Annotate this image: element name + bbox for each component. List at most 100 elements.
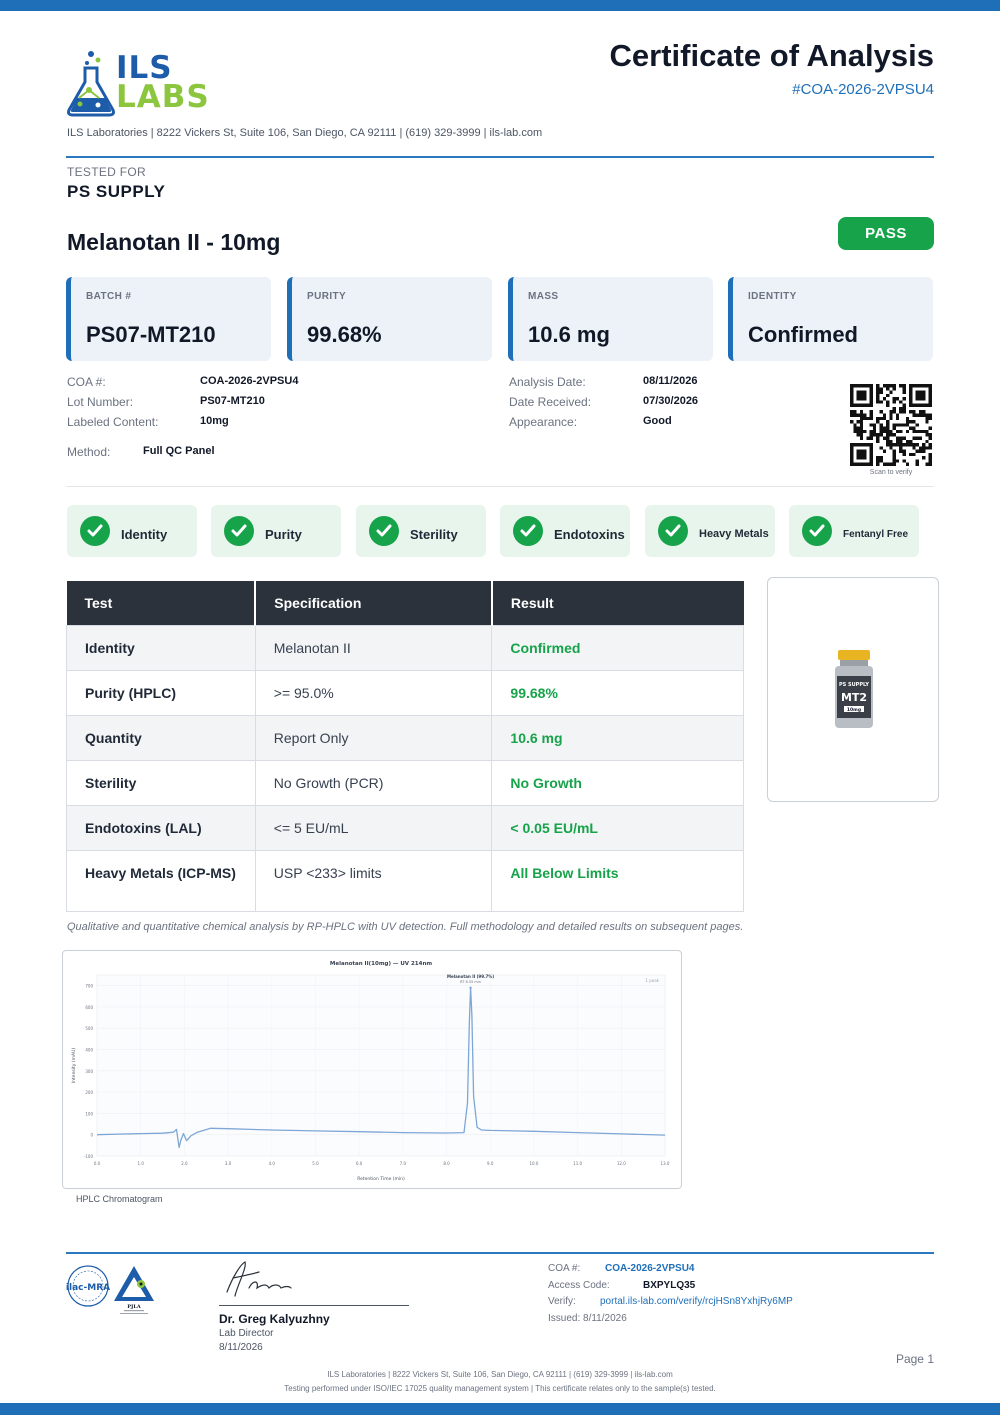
- detail-key: Lot Number:: [67, 395, 134, 409]
- spec-cell: Melanotan II: [254, 624, 493, 671]
- check-label: Purity: [265, 527, 302, 542]
- detail-key: Analysis Date:: [509, 375, 586, 389]
- spec-cell: Report Only: [254, 714, 493, 761]
- detail-value: Good: [643, 415, 672, 427]
- detail-value: COA-2026-2VPSU4: [200, 375, 299, 387]
- lab-address: ILS Laboratories | 8222 Vickers St, Suit…: [67, 127, 543, 139]
- x-tick-label: 4.0: [269, 1161, 276, 1166]
- check-circle-icon: [802, 516, 832, 546]
- y-tick-label: 500: [85, 1026, 93, 1031]
- sample-vial-photo: PS SUPPLY MT2 10mg: [767, 577, 939, 802]
- summary-card-identity: IDENTITY Confirmed: [728, 277, 933, 361]
- x-tick-label: 0.0: [94, 1161, 101, 1166]
- y-tick-label: -100: [84, 1154, 94, 1159]
- test-cell: Sterility: [66, 759, 256, 806]
- summary-card-value: Confirmed: [748, 322, 858, 347]
- bottom-accent-bar: [0, 1403, 1000, 1415]
- y-tick-label: 100: [85, 1111, 93, 1116]
- check-chip-identity: Identity: [67, 505, 197, 557]
- x-axis-label: Retention Time (min): [357, 1176, 405, 1182]
- footer-issued: Issued: 8/11/2026: [548, 1313, 627, 1324]
- peak-sublabel: RT 8.55 min: [460, 980, 481, 984]
- summary-card-mass: MASS 10.6 mg: [508, 277, 713, 361]
- chromatogram-caption: HPLC Chromatogram: [76, 1194, 163, 1204]
- vial-code-text: MT2: [841, 691, 867, 704]
- flask-icon: [67, 51, 115, 117]
- column-header-result: Result: [491, 581, 744, 625]
- summary-card-label: MASS: [528, 291, 559, 302]
- summary-card-value: PS07-MT210: [86, 322, 216, 347]
- chromatogram-chart: -100 0 100 200 300 400 500 600 700 0.0 1.0 2.0 3.0 4.…: [71, 961, 670, 1182]
- result-cell: Confirmed: [491, 624, 744, 671]
- results-table: Test Specification Result Identity Melan…: [66, 581, 744, 912]
- test-cell: Heavy Metals (ICP-MS): [66, 849, 256, 912]
- result-cell: 10.6 mg: [491, 714, 744, 761]
- x-tick-label: 5.0: [312, 1161, 319, 1166]
- column-header-test: Test: [66, 581, 257, 625]
- check-circle-icon: [80, 516, 110, 546]
- summary-card-label: IDENTITY: [748, 291, 797, 302]
- section-divider: [66, 486, 934, 487]
- check-circle-icon: [513, 516, 543, 546]
- table-row: Identity Melanotan II Confirmed: [66, 624, 744, 671]
- check-circle-icon: [369, 516, 399, 546]
- footer-verify: Verify: portal.ils-lab.com/verify/rcjHSn…: [548, 1296, 793, 1307]
- method-value: Full QC Panel: [143, 445, 215, 457]
- detail-value: PS07-MT210: [200, 395, 265, 407]
- x-tick-label: 10.0: [529, 1161, 538, 1166]
- signatory-role: Lab Director: [219, 1328, 274, 1339]
- x-tick-label: 12.0: [617, 1161, 626, 1166]
- result-cell: All Below Limits: [491, 849, 744, 912]
- y-tick-label: 700: [85, 984, 93, 989]
- test-cell: Quantity: [66, 714, 256, 761]
- check-label: Heavy Metals: [699, 528, 769, 540]
- x-tick-label: 11.0: [573, 1161, 582, 1166]
- footer-coa-key: COA #:: [548, 1263, 581, 1274]
- check-label: Identity: [121, 527, 168, 542]
- methodology-note: Qualitative and quantitative chemical an…: [67, 921, 744, 933]
- summary-card-value: 10.6 mg: [528, 322, 610, 347]
- spec-cell: USP <233> limits: [254, 849, 493, 912]
- y-tick-label: 300: [85, 1069, 93, 1074]
- header-divider: [66, 156, 934, 158]
- x-tick-label: 2.0: [181, 1161, 188, 1166]
- client-name: PS SUPPLY: [67, 182, 166, 201]
- verification-qr-code[interactable]: [850, 384, 932, 466]
- table-row: Sterility No Growth (PCR) No Growth: [66, 759, 744, 806]
- detail-value: 07/30/2026: [643, 395, 699, 407]
- chart-title: Melanotan II(10mg) — UV 214nm: [330, 961, 432, 967]
- footer-address: ILS Laboratories | 8222 Vickers St, Suit…: [327, 1370, 673, 1379]
- footer-disclaimer: Testing performed under ISO/IEC 17025 qu…: [284, 1384, 716, 1393]
- footer-coa: COA #: COA-2026-2VPSU4: [548, 1263, 694, 1274]
- chart-legend: 1 peak: [645, 978, 659, 983]
- ils-labs-logo: ILS LABS: [66, 48, 216, 118]
- x-tick-label: 7.0: [400, 1161, 407, 1166]
- result-cell: 99.68%: [491, 669, 744, 716]
- signatory-name: Dr. Greg Kalyuzhny: [219, 1312, 330, 1326]
- footer-coa-value: COA-2026-2VPSU4: [605, 1263, 695, 1274]
- logo-wordmark-secondary: LABS: [116, 79, 210, 115]
- detail-key: Labeled Content:: [67, 415, 159, 429]
- product-name: Melanotan II - 10mg: [67, 229, 281, 255]
- x-tick-label: 8.0: [443, 1161, 450, 1166]
- x-tick-label: 13.0: [661, 1161, 670, 1166]
- pjla-logo: PJLA: [114, 1266, 154, 1314]
- footer-divider: [66, 1252, 934, 1254]
- x-tick-label: 6.0: [356, 1161, 363, 1166]
- pass-status-badge: PASS: [838, 217, 934, 250]
- vial-brand-text: PS SUPPLY: [839, 682, 869, 688]
- check-label: Sterility: [410, 527, 458, 542]
- verify-link[interactable]: portal.ils-lab.com/verify/rcjHSn8YxhjRy6…: [600, 1296, 793, 1307]
- check-chip-purity: Purity: [211, 505, 341, 557]
- ilac-mra-logo: ilac-MRA: [66, 1265, 110, 1307]
- accreditation-logos: ilac-MRA PJLA: [66, 1263, 158, 1320]
- signature-image: [226, 1261, 292, 1297]
- detail-key: Appearance:: [509, 415, 578, 429]
- peak-label: Melanotan II (99.7%): [447, 974, 494, 979]
- detail-key: Date Received:: [509, 395, 592, 409]
- check-label: Endotoxins: [554, 527, 625, 542]
- footer-verify-key: Verify:: [548, 1296, 576, 1307]
- pjla-mark-text: PJLA: [127, 1304, 141, 1310]
- spec-cell: <= 5 EU/mL: [254, 804, 493, 851]
- signature-date: 8/11/2026: [219, 1342, 263, 1353]
